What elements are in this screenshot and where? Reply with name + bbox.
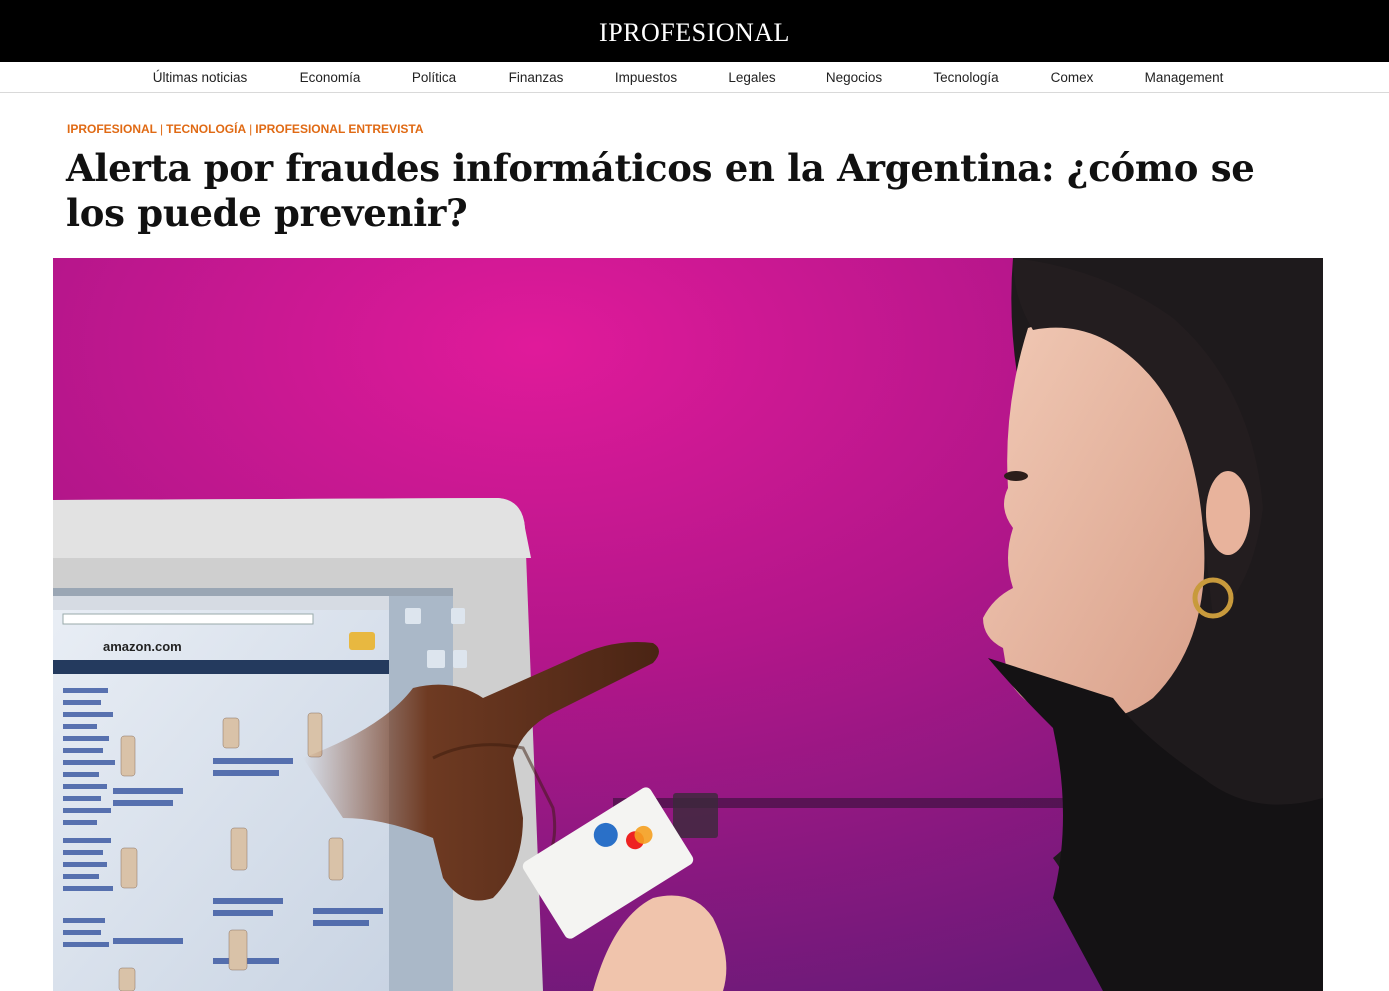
breadcrumb-link-entrevista[interactable]: IPROFESIONAL ENTREVISTA <box>255 122 423 136</box>
hero-illustration: amazon.com <box>53 258 1323 991</box>
nav-item-ultimas-noticias[interactable]: Últimas noticias <box>153 62 248 93</box>
nav-item-finanzas[interactable]: Finanzas <box>509 62 564 93</box>
nav-item-politica[interactable]: Política <box>412 62 456 93</box>
nav-item-economia[interactable]: Economía <box>300 62 361 93</box>
nav-item-comex[interactable]: Comex <box>1051 62 1094 93</box>
nav-item-legales[interactable]: Legales <box>728 62 775 93</box>
top-bar: IPROFESIONAL <box>0 0 1389 62</box>
nav-item-tecnologia[interactable]: Tecnología <box>933 62 998 93</box>
nav-item-impuestos[interactable]: Impuestos <box>615 62 677 93</box>
wall-outlet <box>673 793 718 838</box>
site-logo[interactable]: IPROFESIONAL <box>599 20 790 46</box>
screen-amazon-logo: amazon.com <box>103 639 182 654</box>
breadcrumb-link-tecnologia[interactable]: TECNOLOGÍA <box>166 122 246 136</box>
breadcrumb-separator: | <box>160 122 164 136</box>
article-title: Alerta por fraudes informáticos en la Ar… <box>66 146 1255 235</box>
breadcrumb-separator: | <box>249 122 253 136</box>
breadcrumb: IPROFESIONAL | TECNOLOGÍA | IPROFESIONAL ENT… <box>67 122 424 138</box>
main-nav: Últimas noticias Economía Política Finan… <box>0 62 1389 93</box>
nav-item-management[interactable]: Management <box>1145 62 1224 93</box>
nav-item-negocios[interactable]: Negocios <box>826 62 882 93</box>
hero-image: amazon.com <box>53 258 1323 991</box>
breadcrumb-link-iprofesional[interactable]: IPROFESIONAL <box>67 122 157 136</box>
